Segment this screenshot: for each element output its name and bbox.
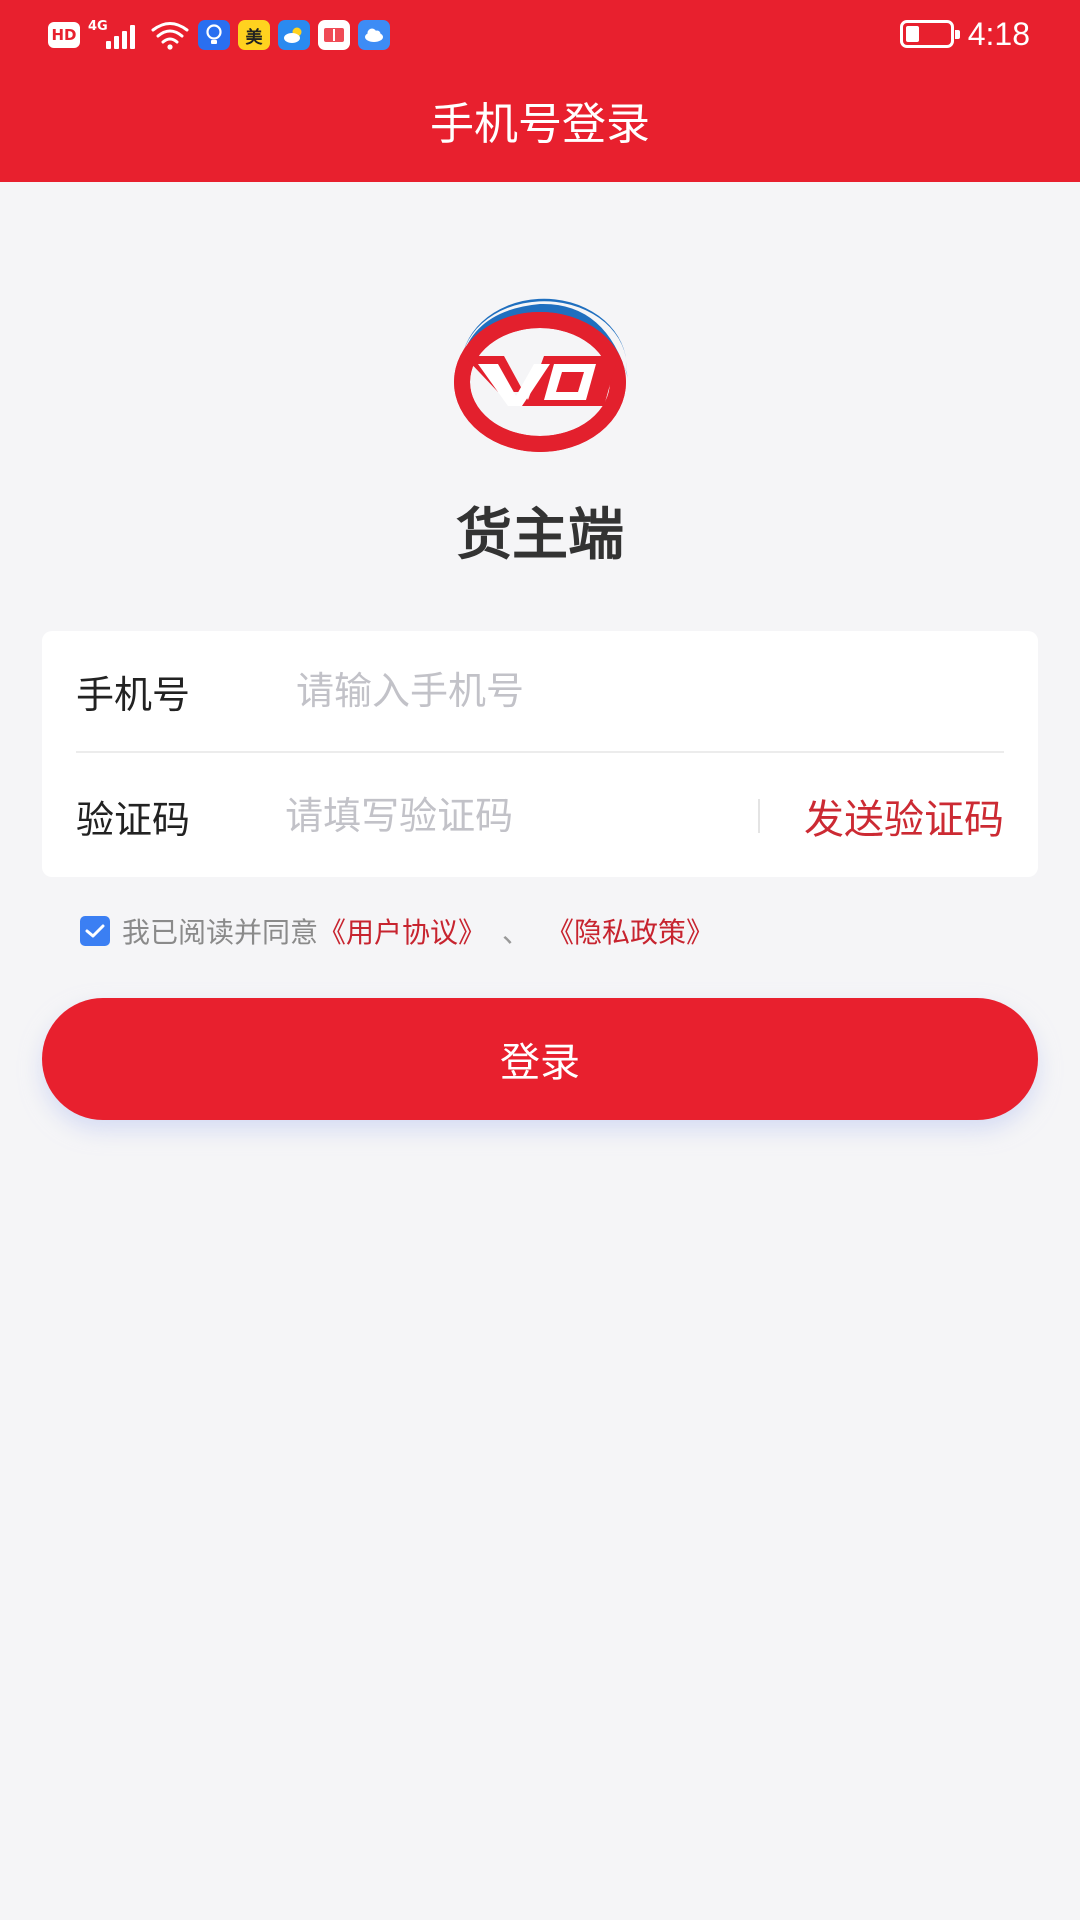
brand-name: 货主端 bbox=[456, 503, 624, 568]
code-input[interactable] bbox=[285, 794, 759, 838]
phone-label: 手机号 bbox=[76, 672, 191, 717]
agreement-text: 我已阅读并同意 bbox=[122, 916, 319, 949]
phone-row: 手机号 bbox=[76, 631, 1004, 753]
brand-logo bbox=[454, 298, 628, 452]
signal-icon: 4G bbox=[88, 19, 142, 51]
app-header: HD 4G 美 4:18 手机号登录 bbox=[0, 0, 1080, 182]
login-form: 手机号 验证码 发送验证码 bbox=[42, 631, 1038, 877]
meituan-app-icon: 美 bbox=[238, 20, 270, 50]
code-divider bbox=[758, 799, 760, 833]
status-icons-left: HD 4G 美 bbox=[48, 18, 390, 52]
weather-app-icon bbox=[278, 20, 310, 50]
code-row: 验证码 发送验证码 bbox=[76, 755, 1004, 877]
login-button[interactable]: 登录 bbox=[42, 998, 1038, 1120]
clock: 4:18 bbox=[967, 15, 1030, 52]
status-bar: HD 4G 美 4:18 bbox=[0, 0, 1080, 70]
phone-input[interactable] bbox=[296, 669, 1004, 713]
battery-level bbox=[905, 26, 919, 42]
bulb-app-icon bbox=[198, 20, 230, 50]
book-app-icon bbox=[318, 20, 350, 50]
code-label: 验证码 bbox=[76, 797, 191, 842]
agreement-separator: 、 bbox=[502, 916, 531, 949]
cloud-app-icon bbox=[358, 20, 390, 50]
battery-icon bbox=[899, 20, 960, 48]
check-icon bbox=[85, 924, 105, 938]
status-icons-right: 4:18 bbox=[899, 14, 1030, 54]
user-agreement-link[interactable]: 《用户协议》 bbox=[318, 911, 486, 951]
wifi-icon bbox=[151, 22, 189, 50]
privacy-policy-link[interactable]: 《隐私政策》 bbox=[546, 911, 714, 951]
page-title: 手机号登录 bbox=[430, 99, 650, 150]
agreement-checkbox[interactable] bbox=[80, 916, 110, 946]
send-code-button[interactable]: 发送验证码 bbox=[804, 787, 1004, 845]
hd-icon: HD bbox=[48, 22, 80, 48]
network-type-label: 4G bbox=[88, 19, 108, 34]
agreement-row: 我已阅读并同意 《用户协议》 、 《隐私政策》 bbox=[80, 911, 714, 951]
